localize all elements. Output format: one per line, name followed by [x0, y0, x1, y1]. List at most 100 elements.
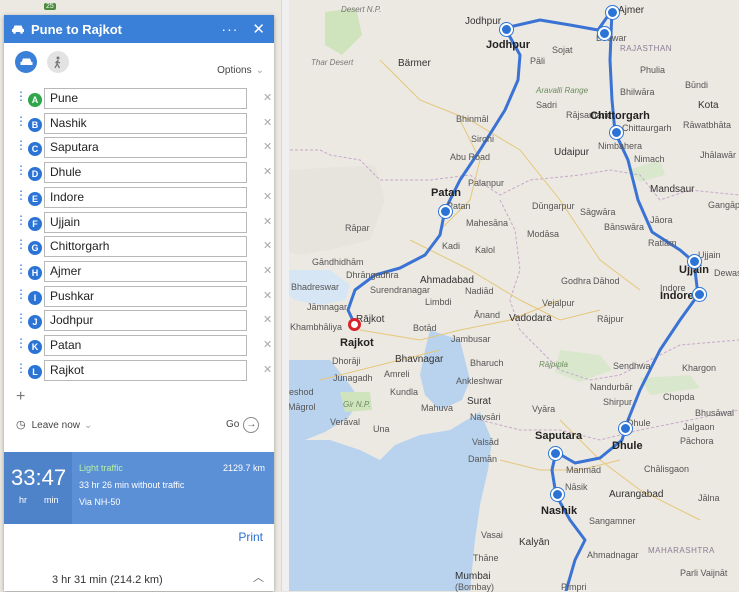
map-label-udaipur: Udaipur: [554, 147, 590, 158]
remove-waypoint-icon[interactable]: ✕: [263, 363, 272, 376]
remove-waypoint-icon[interactable]: ✕: [263, 116, 272, 129]
waypoint-dhule-pin[interactable]: [619, 422, 632, 435]
map-label-patan: Patan: [431, 187, 461, 199]
remove-waypoint-icon[interactable]: ✕: [263, 313, 272, 326]
remove-waypoint-icon[interactable]: ✕: [263, 239, 272, 252]
map-label-khambhaliya: Khambhāliya: [290, 322, 343, 332]
waypoint-row: ⋮ B Nashik ✕: [4, 112, 274, 138]
waypoint-row: ⋮ G Chittorgarh ✕: [4, 236, 274, 261]
panel-scrollbar[interactable]: [281, 0, 289, 591]
drag-handle-icon[interactable]: ⋮: [15, 337, 27, 349]
waypoint-chittorgarh-pin[interactable]: [610, 126, 623, 139]
map-label-saputara: Saputara: [535, 430, 583, 442]
map-label-aurangabad: Aurangabad: [609, 489, 664, 500]
options-dropdown[interactable]: Options ⌄: [217, 65, 264, 76]
walk-mode-button[interactable]: [47, 51, 69, 73]
remove-waypoint-icon[interactable]: ✕: [263, 91, 272, 104]
waypoint-saputara-pin[interactable]: [549, 447, 562, 460]
map-label-dhule: Dhule: [612, 440, 643, 452]
go-button[interactable]: Go →: [226, 417, 260, 433]
leg-summary[interactable]: 3 hr 31 min (214.2 km): [52, 574, 163, 586]
map-label-chittaurgarh: Chittaurgarh: [622, 123, 672, 133]
print-link[interactable]: Print: [238, 530, 263, 544]
drag-handle-icon[interactable]: ⋮: [15, 139, 27, 151]
chevron-up-icon[interactable]: ︿: [253, 569, 264, 585]
close-button[interactable]: ✕: [252, 20, 265, 38]
add-stop-button[interactable]: +: [16, 388, 25, 406]
destination-rajkot-pin[interactable]: [348, 318, 361, 331]
waypoint-input[interactable]: Ajmer: [44, 260, 247, 282]
map-label-surat: Surat: [467, 396, 491, 407]
map-label-pali: Pāli: [530, 56, 546, 66]
waypoint-input[interactable]: Indore: [44, 186, 247, 208]
map-label-ahmadnagar: Ahmadnagar: [587, 550, 639, 560]
drag-handle-icon[interactable]: ⋮: [15, 214, 27, 226]
drag-handle-icon[interactable]: ⋮: [15, 288, 27, 300]
waypoint-input[interactable]: Nashik: [44, 112, 247, 134]
map-label-pachora: Pāchora: [680, 436, 714, 446]
map-label-nandurbar: Nandurbār: [590, 382, 633, 392]
map-label-chalisgaon: Chālisgaon: [644, 464, 690, 474]
map-label-jodhpur: Jodhpur: [465, 16, 502, 27]
waypoint-row: ⋮ I Pushkar ✕: [4, 285, 274, 311]
map-label-bhinmal: Bhinmāl: [456, 114, 489, 124]
map-label-junagadh: Junagadh: [333, 373, 373, 383]
map-label-rajpur: Rājpur: [597, 314, 624, 324]
map-label-sojat: Sojat: [552, 45, 573, 55]
waypoint-input[interactable]: Chittorgarh: [44, 236, 247, 258]
map-label-vejalpur: Vejalpur: [542, 298, 575, 308]
map-label-limbdi: Limbdi: [425, 297, 452, 307]
drive-mode-button[interactable]: [15, 51, 37, 73]
drag-handle-icon[interactable]: ⋮: [15, 362, 27, 374]
map-label-kota: Kota: [698, 100, 719, 111]
map-label-una: Una: [373, 424, 390, 434]
waypoint-row: ⋮ D Dhule ✕: [4, 162, 274, 187]
map-label-dahod: Dāhod: [593, 276, 620, 286]
waypoint-patan-pin[interactable]: [439, 205, 452, 218]
drag-handle-icon[interactable]: ⋮: [15, 312, 27, 324]
map-label-manmad: Manmād: [566, 465, 602, 475]
drag-handle-icon[interactable]: ⋮: [15, 263, 27, 275]
map-label-ajmer: Ajmer: [618, 5, 645, 16]
waypoint-input[interactable]: Dhule: [44, 162, 247, 184]
map-label-bhavnagar: Bhavnagar: [395, 354, 444, 365]
waypoint-ajmer-pin[interactable]: [606, 6, 619, 19]
waypoint-input[interactable]: Pushkar: [44, 285, 247, 307]
waypoint-nashik-pin[interactable]: [551, 488, 564, 501]
waypoint-row: ⋮ H Ajmer ✕: [4, 260, 274, 286]
waypoint-indore-pin[interactable]: [693, 288, 706, 301]
map-label-mumbai: Mumbai: [455, 571, 491, 582]
waypoint-ujjain-pin[interactable]: [688, 255, 701, 268]
remove-waypoint-icon[interactable]: ✕: [263, 140, 272, 153]
waypoint-input[interactable]: Jodhpur: [44, 310, 247, 332]
remove-waypoint-icon[interactable]: ✕: [263, 264, 272, 277]
more-options-button[interactable]: ···: [221, 21, 238, 37]
waypoint-jodhpur-pin[interactable]: [500, 23, 513, 36]
drag-handle-icon[interactable]: ⋮: [15, 164, 27, 176]
drag-handle-icon[interactable]: ⋮: [15, 189, 27, 201]
waypoint-input[interactable]: Rajkot: [44, 359, 247, 381]
remove-waypoint-icon[interactable]: ✕: [263, 338, 272, 351]
route-summary-card[interactable]: 33:47 hr min Light traffic 2129.7 km 33 …: [4, 452, 274, 524]
waypoint-input[interactable]: Saputara: [44, 137, 247, 159]
remove-waypoint-icon[interactable]: ✕: [263, 215, 272, 228]
drag-handle-icon[interactable]: ⋮: [15, 90, 27, 102]
waypoint-input[interactable]: Patan: [44, 335, 247, 356]
waypoint-row: ⋮ J Jodhpur ✕: [4, 310, 274, 335]
map-label-kadi: Kadi: [442, 241, 461, 251]
waypoint-letter-badge: L: [28, 364, 42, 379]
drag-handle-icon[interactable]: ⋮: [15, 115, 27, 127]
waypoint-input[interactable]: Ujjain: [44, 211, 247, 233]
leave-now-dropdown[interactable]: ◷ Leave now ⌄: [16, 418, 92, 431]
map-label-valsad: Valsād: [472, 437, 499, 447]
map-label-girnp: Gir N.P.: [343, 400, 371, 409]
car-icon: [12, 25, 24, 34]
duration-block: 33:47 hr min: [4, 452, 72, 524]
drag-handle-icon[interactable]: ⋮: [15, 238, 27, 250]
map-label-vadodara: Vadodara: [509, 313, 552, 324]
remove-waypoint-icon[interactable]: ✕: [263, 165, 272, 178]
remove-waypoint-icon[interactable]: ✕: [263, 289, 272, 302]
remove-waypoint-icon[interactable]: ✕: [263, 190, 272, 203]
waypoint-input[interactable]: Pune: [44, 88, 247, 109]
waypoint-pushkar-pin[interactable]: [598, 27, 611, 40]
